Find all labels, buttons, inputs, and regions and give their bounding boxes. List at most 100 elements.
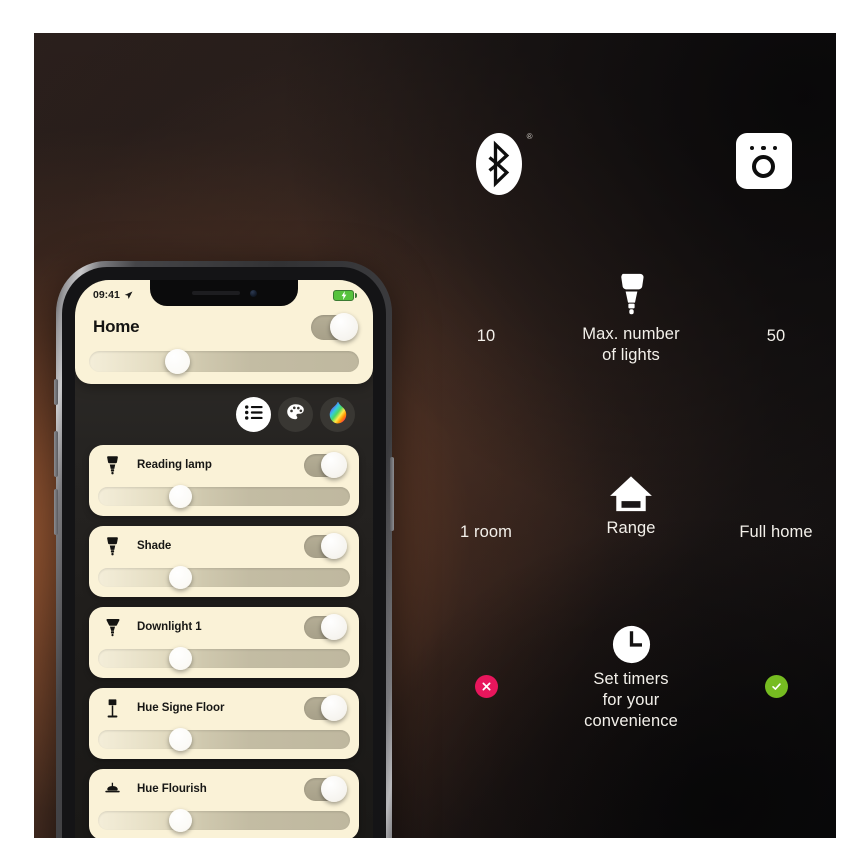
feature-label-line: Range xyxy=(606,519,656,537)
light-name: Reading lamp xyxy=(137,459,212,471)
feature-row-max-lights: 10 Max. number of lights 50 xyxy=(426,271,836,366)
feature-label-line: convenience xyxy=(584,711,678,730)
home-brightness-slider[interactable] xyxy=(89,349,359,374)
slider-thumb[interactable] xyxy=(168,809,192,832)
light-name: Downlight 1 xyxy=(137,621,202,633)
phone-screen: 09:41 Home Reading lamp Shade Downlight … xyxy=(75,280,373,838)
light-toggle[interactable] xyxy=(304,776,347,802)
table-row[interactable]: Hue Flourish xyxy=(89,769,359,838)
hue-bridge-icon xyxy=(735,133,792,189)
phone-volume-up-button[interactable] xyxy=(54,431,58,477)
downlight-icon xyxy=(101,616,123,638)
mode-button-row xyxy=(75,384,373,445)
comparison-header-row: ® xyxy=(426,132,836,195)
light-name: Shade xyxy=(137,540,172,552)
feature-right-value xyxy=(716,625,836,698)
bluetooth-icon: ® xyxy=(475,132,533,195)
light-bulb-icon xyxy=(615,271,648,319)
house-icon xyxy=(609,475,653,513)
list-icon xyxy=(244,404,264,426)
phone-mockup: 09:41 Home Reading lamp Shade Downlight … xyxy=(54,261,394,838)
feature-center: Set timers for your convenience xyxy=(546,625,716,731)
light-brightness-slider[interactable] xyxy=(98,647,350,670)
toggle-knob xyxy=(321,452,347,478)
feature-left-value: 10 xyxy=(476,327,496,345)
feature-label: Max. number of lights xyxy=(582,324,679,366)
status-bar-time: 09:41 xyxy=(93,289,120,301)
toggle-knob xyxy=(321,533,347,559)
feature-label-line: Max. number xyxy=(582,325,680,343)
slider-thumb[interactable] xyxy=(168,485,192,508)
feature-right-value: 50 xyxy=(766,327,786,345)
floor-lamp-icon xyxy=(101,697,123,719)
light-toggle[interactable] xyxy=(304,452,347,478)
lights-list: Reading lamp Shade Downlight 1 Hue Signe… xyxy=(75,445,373,838)
bluetooth-column-header: ® xyxy=(426,132,571,195)
spot-bulb-icon xyxy=(101,454,123,476)
slider-thumb[interactable] xyxy=(168,566,192,589)
feature-center: Max. number of lights xyxy=(546,271,716,366)
color-mode-button[interactable] xyxy=(320,397,355,432)
feature-left-value: 1 room xyxy=(460,523,512,541)
feature-row-range: 1 room Range Full home xyxy=(426,475,836,542)
table-row[interactable]: Hue Signe Floor xyxy=(89,688,359,759)
bridge-button-ring xyxy=(752,155,775,179)
slider-thumb[interactable] xyxy=(168,728,192,751)
feature-right-value: Full home xyxy=(739,523,813,541)
toggle-knob xyxy=(321,776,347,802)
light-toggle[interactable] xyxy=(304,533,347,559)
feature-row-timers: Set timers for your convenience xyxy=(426,625,836,731)
front-camera xyxy=(249,289,257,297)
feature-label: Range xyxy=(606,518,655,539)
light-toggle[interactable] xyxy=(304,695,347,721)
hue-app: 09:41 Home Reading lamp Shade Downlight … xyxy=(75,280,373,838)
location-arrow-icon xyxy=(124,291,133,300)
feature-center: Range xyxy=(546,475,716,539)
home-row: Home xyxy=(75,308,373,342)
phone-bezel: 09:41 Home Reading lamp Shade Downlight … xyxy=(62,267,386,838)
light-brightness-slider[interactable] xyxy=(98,809,350,832)
check-badge xyxy=(764,675,788,698)
clock-icon xyxy=(612,625,651,664)
comparison-table: ® 10 Max. number of lights 50 1 room Ran… xyxy=(426,33,836,838)
list-mode-button[interactable] xyxy=(236,397,271,432)
spot-bulb-icon xyxy=(101,535,123,557)
light-toggle[interactable] xyxy=(304,614,347,640)
toggle-knob xyxy=(321,695,347,721)
feature-label-line: Set timers xyxy=(593,670,669,688)
hue-bridge-column-header xyxy=(691,133,836,189)
light-name: Hue Flourish xyxy=(137,783,207,795)
registered-trademark-symbol: ® xyxy=(526,132,533,141)
slider-thumb[interactable] xyxy=(168,647,192,670)
toggle-knob xyxy=(321,614,347,640)
light-name: Hue Signe Floor xyxy=(137,702,225,714)
feature-label: Set timers for your convenience xyxy=(584,669,678,731)
phone-silent-switch[interactable] xyxy=(54,379,58,405)
table-row[interactable]: Reading lamp xyxy=(89,445,359,516)
home-power-toggle[interactable] xyxy=(311,313,358,341)
light-brightness-slider[interactable] xyxy=(98,485,350,508)
pendant-lamp-icon xyxy=(101,778,123,800)
phone-volume-down-button[interactable] xyxy=(54,489,58,535)
earpiece-speaker xyxy=(191,291,240,295)
phone-notch xyxy=(150,280,298,306)
toggle-knob xyxy=(330,313,358,341)
bridge-indicator-dots xyxy=(749,145,778,151)
slider-thumb[interactable] xyxy=(164,349,190,374)
table-row[interactable]: Downlight 1 xyxy=(89,607,359,678)
palette-icon xyxy=(286,403,305,427)
hue-marketing-image: 09:41 Home Reading lamp Shade Downlight … xyxy=(34,33,836,838)
color-droplet-icon xyxy=(325,400,350,430)
scenes-mode-button[interactable] xyxy=(278,397,313,432)
light-brightness-slider[interactable] xyxy=(98,566,350,589)
page-title: Home xyxy=(93,317,140,336)
light-brightness-slider[interactable] xyxy=(98,728,350,751)
screenshot-canvas: 09:41 Home Reading lamp Shade Downlight … xyxy=(0,0,868,868)
cross-badge xyxy=(474,675,498,698)
feature-label-line: for your xyxy=(602,690,660,709)
feature-left-value xyxy=(426,625,546,698)
battery-charging-icon xyxy=(333,289,357,301)
feature-label-line: of lights xyxy=(602,345,660,364)
phone-power-button[interactable] xyxy=(390,457,394,531)
table-row[interactable]: Shade xyxy=(89,526,359,597)
